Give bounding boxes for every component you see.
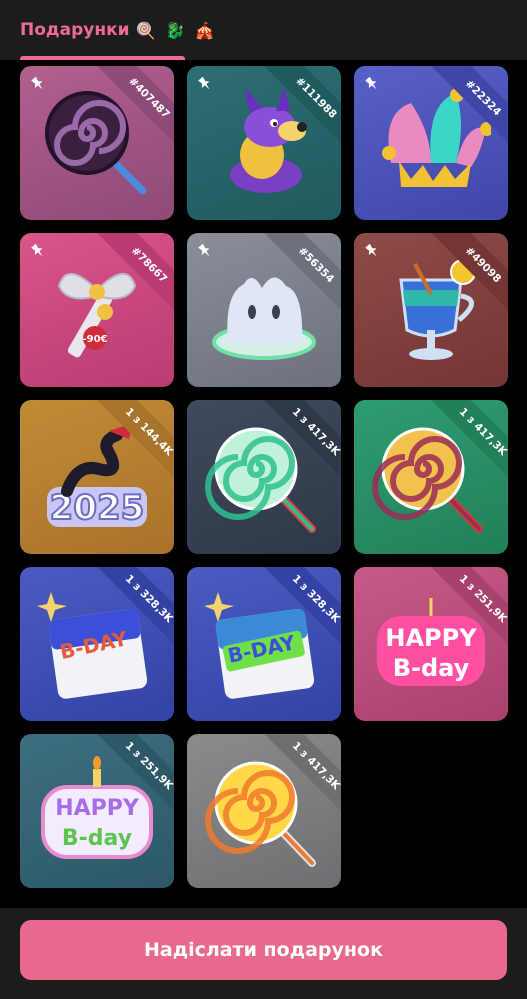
gift-card[interactable]: 1 з 417,3K: [354, 400, 508, 554]
send-gift-label: Надіслати подарунок: [144, 939, 383, 961]
gift-card[interactable]: 1 з 417,3K: [187, 734, 341, 888]
gift-card[interactable]: B-DAY 1 з 328,3K: [20, 567, 174, 721]
gift-card[interactable]: HAPPY B-day 1 з 251,9K: [20, 734, 174, 888]
gift-card[interactable]: HAPPY B-day 1 з 251,9K: [354, 567, 508, 721]
pin-icon: [30, 76, 46, 92]
gift-card[interactable]: #22324: [354, 66, 508, 220]
gift-card[interactable]: #56354: [187, 233, 341, 387]
bday-short-text: B-day: [393, 654, 470, 682]
pin-icon: [197, 243, 213, 259]
gift-card[interactable]: 1 з 417,3K: [187, 400, 341, 554]
gift-card[interactable]: #407487: [20, 66, 174, 220]
gift-card[interactable]: -90€ #78667: [20, 233, 174, 387]
gift-card[interactable]: B-DAY 1 з 328,3K: [187, 567, 341, 721]
gift-card[interactable]: #111988: [187, 66, 341, 220]
pin-icon: [30, 243, 46, 259]
tab-emoji-icons: 🍭 🐉 🎪: [135, 20, 217, 40]
tab-gifts-label: Подарунки: [20, 20, 130, 40]
gift-card[interactable]: #49098: [354, 233, 508, 387]
gift-card[interactable]: 2025 1 з 144,4K: [20, 400, 174, 554]
price-tag-text: -90€: [82, 334, 107, 345]
bday-candle-text: B-day: [62, 826, 132, 851]
tab-gifts[interactable]: Подарунки 🍭 🐉 🎪: [20, 0, 216, 60]
happy-candle-text: HAPPY: [55, 796, 140, 821]
pin-icon: [197, 76, 213, 92]
gift-grid: #407487 #111988 #22324 -90€ #78667 #56354…: [20, 66, 508, 888]
tab-active-indicator: [20, 56, 185, 60]
happy-text: HAPPY: [385, 624, 477, 652]
pin-icon: [364, 76, 380, 92]
send-gift-button[interactable]: Надіслати подарунок: [20, 920, 507, 980]
header-bar: Подарунки 🍭 🐉 🎪: [0, 0, 527, 60]
pin-icon: [364, 243, 380, 259]
